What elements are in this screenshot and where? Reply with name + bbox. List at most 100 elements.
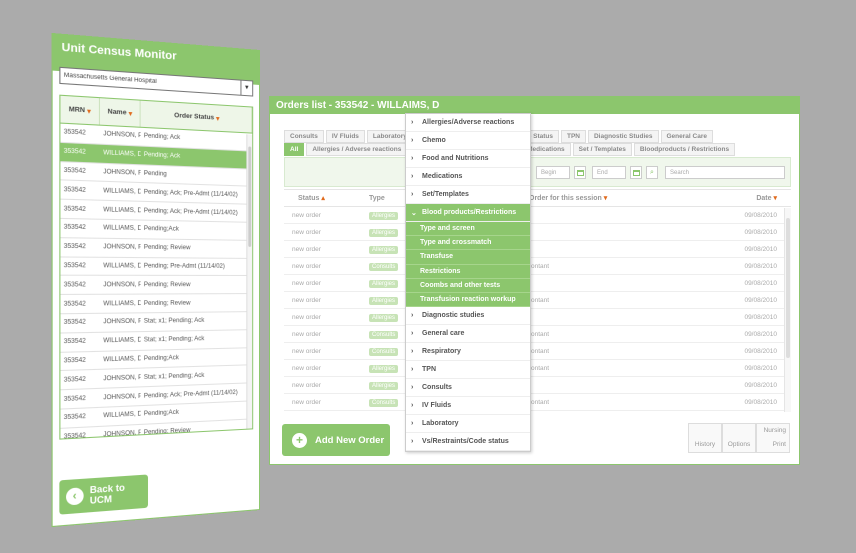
menu-item[interactable]: ⌄ Blood products/Restrictions bbox=[406, 204, 530, 222]
menu-item[interactable]: › TPN bbox=[406, 361, 530, 380]
column-name[interactable]: Name ▾ bbox=[100, 98, 141, 127]
nursing-label: Nursing bbox=[763, 427, 786, 434]
table-row[interactable]: new order Allergies ontant 09/08/2010 bbox=[284, 360, 791, 377]
order-status-cell: Pending; Ack; Pre-Admt (11/14/02) bbox=[143, 189, 238, 199]
print-label: Print bbox=[772, 441, 786, 448]
search-icon[interactable]: ⌕ bbox=[646, 166, 658, 179]
menu-item[interactable]: › General care bbox=[406, 325, 530, 344]
table-row[interactable]: new order Consults ontant 09/08/2010 bbox=[284, 394, 791, 411]
submenu-item[interactable]: Restrictions bbox=[406, 264, 530, 279]
mrn-cell: 353542 bbox=[63, 414, 86, 422]
tab-iv-fluids[interactable]: IV Fluids bbox=[325, 130, 365, 143]
menu-item[interactable]: › Set/Templates bbox=[406, 186, 530, 204]
column-type[interactable]: Type bbox=[369, 195, 399, 202]
menu-item[interactable]: › Medications bbox=[406, 168, 530, 186]
add-new-order-button[interactable]: + Add New Order bbox=[282, 424, 390, 456]
type-cell: Consults bbox=[369, 330, 399, 339]
menu-item[interactable]: › IV Fluids bbox=[406, 397, 530, 416]
menu-item[interactable]: › Consults bbox=[406, 379, 530, 398]
order-status-cell: Pending; Ack; Pre-Admt (11/14/02) bbox=[143, 207, 238, 217]
submenu-item[interactable]: Coombs and other tests bbox=[406, 278, 530, 293]
table-row[interactable]: new order Allergies 09/08/2010 bbox=[284, 309, 791, 326]
type-chip: Allergies bbox=[369, 313, 399, 322]
type-cell: Allergies bbox=[369, 381, 399, 390]
status-cell: new order bbox=[292, 313, 321, 321]
menu-item-label: TPN bbox=[422, 366, 436, 374]
tab-diagnostic-studies[interactable]: Diagnostic Studies bbox=[587, 130, 659, 143]
back-to-ucm-button[interactable]: ‹ Back to UCM bbox=[59, 474, 149, 515]
ucm-scrollbar[interactable] bbox=[246, 134, 253, 429]
chevron-right-icon: › bbox=[411, 384, 414, 392]
date-cell: 09/08/2010 bbox=[744, 279, 777, 287]
sort-arrow-icon: ▾ bbox=[128, 109, 133, 118]
table-row[interactable]: new order Allergies 09/08/2010 bbox=[284, 377, 791, 394]
table-row[interactable]: new order Consults ontant 09/08/2010 bbox=[284, 258, 791, 275]
menu-item[interactable]: › Respiratory bbox=[406, 343, 530, 362]
chevron-right-icon: › bbox=[411, 438, 414, 446]
menu-item[interactable]: › Allergies/Adverse reactions bbox=[406, 114, 530, 132]
name-cell: WILLIAMS, D bbox=[103, 206, 141, 214]
menu-item[interactable]: › Diagnostic studies bbox=[406, 307, 530, 326]
date-cell: 09/08/2010 bbox=[744, 364, 777, 372]
mrn-cell: 353542 bbox=[63, 129, 86, 138]
table-row[interactable]: new order Allergies 09/08/2010 bbox=[284, 275, 791, 292]
tab-all[interactable]: All bbox=[284, 143, 305, 156]
end-date-input[interactable]: End bbox=[592, 166, 626, 179]
date-cell: 09/08/2010 bbox=[744, 330, 777, 338]
column-mrn[interactable]: MRN ▾ bbox=[60, 95, 101, 125]
table-row[interactable]: new order Allergies 09/08/2010 bbox=[284, 241, 791, 258]
calendar-icon[interactable] bbox=[574, 166, 586, 179]
tab-bloodproducts-restrictions[interactable]: Bloodproducts / Restrictions bbox=[633, 143, 736, 156]
add-new-order-label: Add New Order bbox=[315, 434, 385, 446]
chevron-right-icon: › bbox=[411, 173, 414, 180]
menu-item[interactable]: › Food and Nutritions bbox=[406, 150, 530, 168]
options-button[interactable]: Options bbox=[722, 423, 756, 453]
nursing-print-button[interactable]: Nursing Print bbox=[756, 423, 790, 453]
table-row[interactable]: 353542 JOHNSON, P Pending; Review bbox=[60, 276, 253, 296]
submenu-item[interactable]: Type and screen bbox=[406, 222, 530, 237]
table-row[interactable]: new order Consults ontant 09/08/2010 bbox=[284, 326, 791, 343]
menu-item-label: Diagnostic studies bbox=[422, 312, 485, 320]
order-status-cell: Pending; Pre-Admt (11/14/02) bbox=[143, 263, 225, 270]
mrn-cell: 353542 bbox=[63, 319, 86, 327]
table-row[interactable]: new order Allergies 09/08/2010 bbox=[284, 224, 791, 241]
column-status[interactable]: Status ▴ bbox=[284, 194, 369, 202]
name-cell: JOHNSON, P bbox=[103, 393, 141, 401]
table-row[interactable]: 353542 JOHNSON, P Pending; Review bbox=[60, 237, 253, 259]
submenu-item[interactable]: Transfuse bbox=[406, 250, 530, 265]
history-button[interactable]: History bbox=[688, 423, 722, 453]
submenu-item[interactable]: Transfusion reaction workup bbox=[406, 292, 530, 308]
date-cell: 09/08/2010 bbox=[744, 228, 777, 236]
type-cell: Allergies bbox=[369, 296, 399, 305]
chevron-right-icon: › bbox=[411, 348, 414, 356]
tab-general-care[interactable]: General Care bbox=[660, 130, 713, 143]
mrn-cell: 353542 bbox=[63, 148, 86, 156]
begin-date-input[interactable]: Begin bbox=[536, 166, 570, 179]
table-row[interactable]: new order Consults ontant 09/08/2010 bbox=[284, 343, 791, 360]
menu-item[interactable]: › Vs/Restraints/Code status bbox=[406, 433, 530, 452]
tab-set-templates[interactable]: Set / Templates bbox=[572, 143, 632, 156]
menu-item[interactable]: › Chemo bbox=[406, 132, 530, 150]
chevron-down-icon[interactable]: ▼ bbox=[240, 80, 253, 96]
tab-consults[interactable]: Consults bbox=[284, 130, 324, 143]
table-row[interactable]: new order Allergies 09/08/2010 bbox=[284, 207, 791, 224]
column-date[interactable]: Date ▾ bbox=[721, 194, 791, 202]
order-status-cell: Pending bbox=[143, 170, 167, 178]
chevron-right-icon: › bbox=[411, 191, 414, 198]
status-cell: new order bbox=[292, 330, 321, 338]
order-type-dropdown-menu: › Allergies/Adverse reactions › Chemo › Food … bbox=[405, 113, 531, 453]
tab-allergies-adverse-reactions[interactable]: Allergies / Adverse reactions bbox=[306, 143, 408, 156]
filter-toolbar: Begin End ⌕ Search bbox=[284, 157, 791, 187]
chevron-right-icon: › bbox=[411, 312, 414, 320]
table-row[interactable]: 353542 WILLIAMS, D Pending; Review bbox=[60, 294, 253, 315]
menu-item[interactable]: › Laboratory bbox=[406, 415, 530, 434]
orders-grid-scrollbar[interactable] bbox=[784, 208, 791, 412]
tab-tpn[interactable]: TPN bbox=[560, 130, 586, 143]
search-input[interactable]: Search bbox=[665, 166, 785, 179]
mrn-cell: 353542 bbox=[63, 186, 86, 194]
table-row[interactable]: 353542 WILLIAMS, DPending; Pre-Admt (11/1… bbox=[60, 257, 253, 277]
calendar-icon[interactable] bbox=[630, 166, 642, 179]
order-status-cell: Pending; Review bbox=[143, 281, 191, 289]
table-row[interactable]: new order Allergies ontant 09/08/2010 bbox=[284, 292, 791, 309]
submenu-item[interactable]: Type and crossmatch bbox=[406, 236, 530, 251]
